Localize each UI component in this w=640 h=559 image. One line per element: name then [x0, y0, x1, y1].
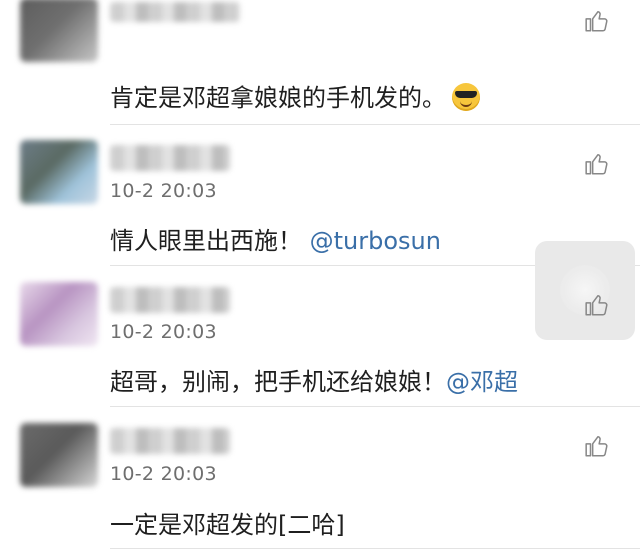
like-icon[interactable] — [584, 8, 610, 34]
comment-text: 肯定是邓超拿娘娘的手机发的。 — [110, 78, 480, 113]
comment-item-1[interactable]: 肯定是邓超拿娘娘的手机发的。 — [0, 0, 640, 125]
mention-link[interactable]: @邓超 — [446, 368, 518, 396]
comment-timestamp: 10-2 20:03 — [110, 321, 217, 343]
comment-timestamp: 10-2 20:03 — [110, 463, 217, 485]
divider — [110, 406, 640, 407]
comment-body: 情人眼里出西施！ — [110, 227, 302, 255]
username-blurred[interactable] — [110, 2, 240, 22]
mention-link[interactable]: @turbosun — [310, 227, 441, 255]
username-blurred[interactable] — [110, 428, 230, 454]
comment-text: 情人眼里出西施！ @turbosun — [110, 221, 441, 256]
sunglasses-emoji-icon — [452, 83, 480, 111]
comment-text: 一定是邓超发的[二哈] — [110, 511, 345, 539]
like-icon[interactable] — [584, 151, 610, 177]
like-icon[interactable] — [584, 292, 610, 318]
comment-text: 超哥，别闹，把手机还给娘娘！@邓超 — [110, 362, 518, 397]
avatar[interactable] — [20, 140, 98, 204]
like-button-pressed[interactable] — [535, 241, 635, 340]
divider — [110, 548, 640, 549]
comment-body: 肯定是邓超拿娘娘的手机发的。 — [110, 84, 446, 112]
like-icon[interactable] — [584, 433, 610, 459]
avatar[interactable] — [20, 0, 98, 62]
divider — [110, 124, 640, 125]
username-blurred[interactable] — [110, 287, 230, 313]
username-blurred[interactable] — [110, 145, 230, 171]
comment-body: 超哥，别闹，把手机还给娘娘！ — [110, 368, 446, 396]
comment-timestamp: 10-2 20:03 — [110, 180, 217, 202]
avatar[interactable] — [20, 282, 98, 346]
avatar[interactable] — [20, 423, 98, 487]
